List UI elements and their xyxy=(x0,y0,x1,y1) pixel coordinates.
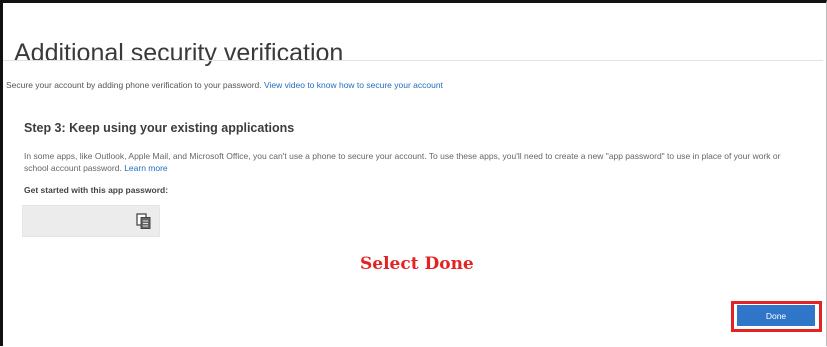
intro-message: Secure your account by adding phone veri… xyxy=(6,80,262,90)
divider xyxy=(3,60,823,61)
intro-text: Secure your account by adding phone veri… xyxy=(6,80,443,90)
page-title: Additional security verification xyxy=(14,38,344,67)
step-title: Step 3: Keep using your existing applica… xyxy=(24,121,295,135)
copy-icon[interactable] xyxy=(136,213,152,229)
app-password-label: Get started with this app password: xyxy=(24,185,169,195)
select-done-annotation: Select Done xyxy=(360,254,474,274)
view-video-link[interactable]: View video to know how to secure your ac… xyxy=(264,80,443,90)
step-description: In some apps, like Outlook, Apple Mail, … xyxy=(24,150,804,174)
done-button[interactable]: Done xyxy=(737,305,815,326)
learn-more-link[interactable]: Learn more xyxy=(124,163,167,173)
